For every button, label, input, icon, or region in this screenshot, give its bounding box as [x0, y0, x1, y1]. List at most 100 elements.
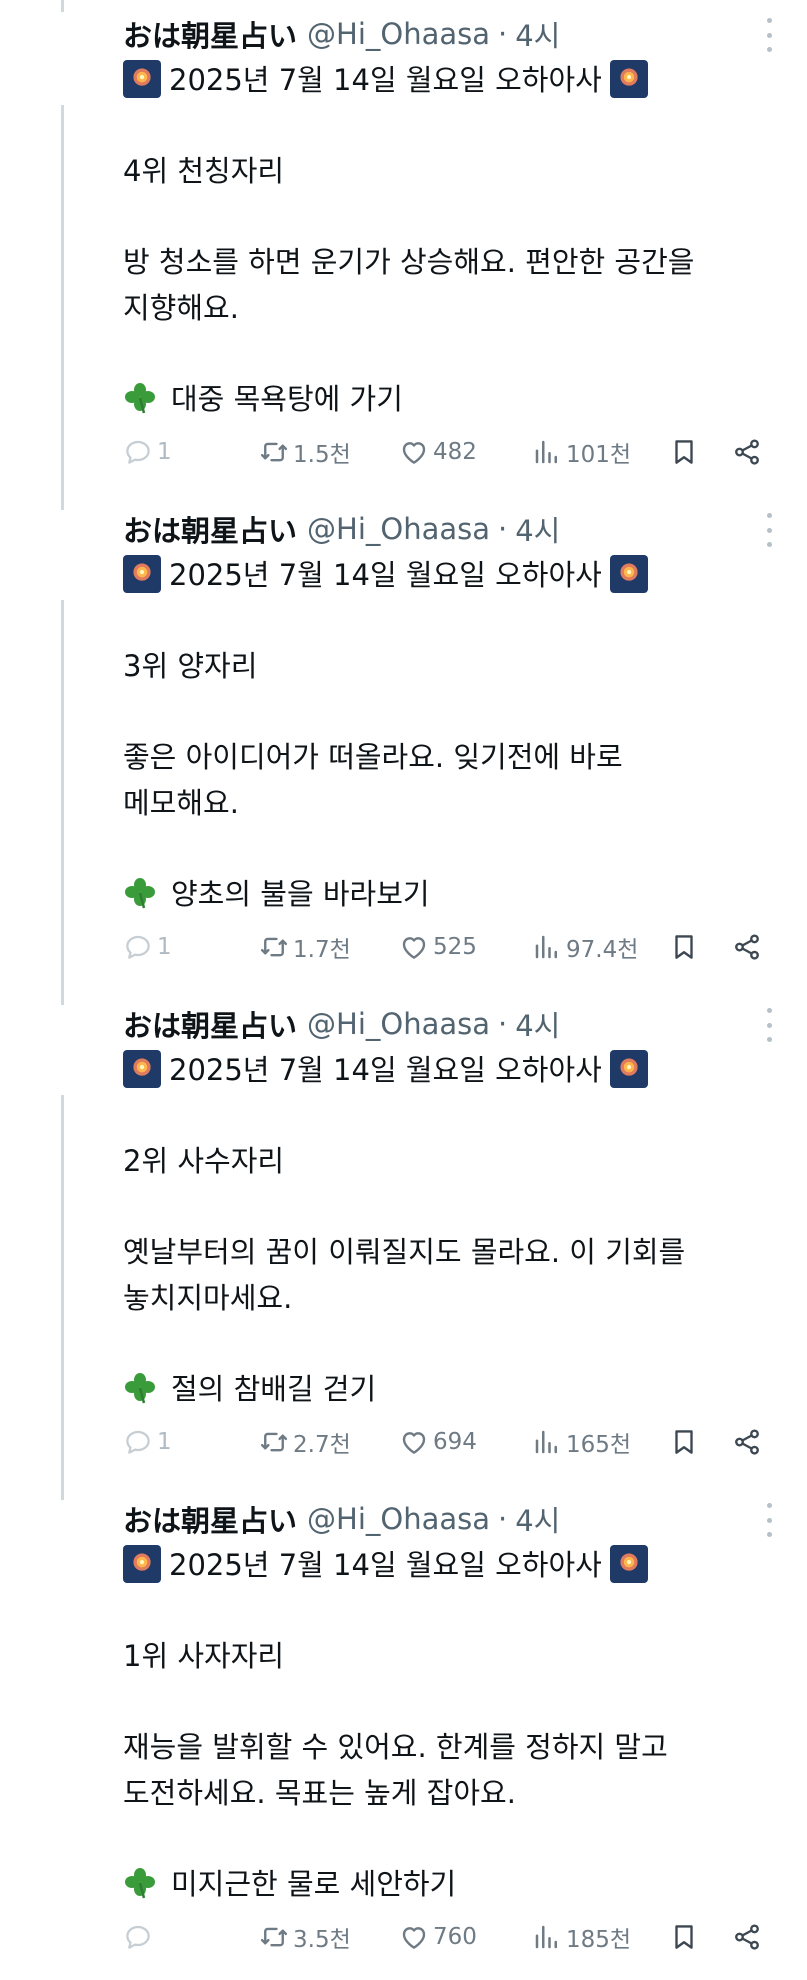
fireworks-icon — [123, 1545, 161, 1583]
tweet[interactable]: おは朝星占い @Hi_Ohaasa · 4시 2025년 7월 14일 월요일 … — [0, 1485, 807, 1980]
retweet-count: 3.5천 — [293, 1927, 351, 1953]
reply-icon — [126, 1925, 150, 1949]
heart-icon — [402, 1927, 426, 1949]
author-name[interactable]: おは朝星占い — [123, 1498, 297, 1540]
message-line-2: 놓치지마세요. — [123, 1280, 293, 1315]
tweet-actions: 1 1.5천 482 101천 — [123, 432, 778, 472]
message-line-1: 재능을 발휘할 수 있어요. 한계를 정하지 말고 — [123, 1730, 668, 1764]
author-name[interactable]: おは朝星占い — [123, 1003, 297, 1045]
lucky-line: 대중 목욕탕에 가기 — [123, 377, 773, 423]
share-icon — [735, 439, 759, 465]
date-text: 2025년 7월 14일 월요일 오하아사 — [169, 63, 602, 97]
author-handle[interactable]: @Hi_Ohaasa — [307, 512, 490, 546]
retweet-button[interactable]: 3.5천 — [259, 1917, 351, 1957]
more-options-icon[interactable] — [759, 18, 779, 52]
author-handle[interactable]: @Hi_Ohaasa — [307, 1007, 490, 1041]
tweet-text: 2025년 7월 14일 월요일 오하아사 4위 천칭자리 방 청소를 하면 운… — [123, 58, 773, 422]
fireworks-icon — [609, 60, 648, 98]
separator-dot: · — [498, 17, 508, 51]
separator-dot: · — [498, 1007, 508, 1041]
more-options-icon[interactable] — [759, 1503, 779, 1537]
lucky-line: 절의 참배길 걷기 — [123, 1367, 773, 1413]
heart-icon — [402, 442, 426, 464]
share-icon — [735, 934, 759, 960]
reply-button[interactable]: 1 — [123, 927, 172, 967]
reply-count: 1 — [157, 1429, 172, 1455]
tweet[interactable]: おは朝星占い @Hi_Ohaasa · 4시 2025년 7월 14일 월요일 … — [0, 990, 807, 1500]
bookmark-button[interactable] — [669, 1917, 699, 1957]
four-leaf-clover-icon — [125, 1867, 155, 1898]
retweet-count: 1.7천 — [293, 937, 351, 963]
share-button[interactable] — [732, 1917, 762, 1957]
separator-dot: · — [498, 1502, 508, 1536]
rank-text: 3위 양자리 — [123, 649, 258, 683]
views-button[interactable]: 97.4천 — [532, 927, 638, 967]
share-button[interactable] — [732, 1422, 762, 1462]
bookmark-button[interactable] — [669, 432, 699, 472]
reply-button[interactable]: 1 — [123, 1422, 172, 1462]
bookmark-button[interactable] — [669, 927, 699, 967]
fireworks-icon — [609, 1545, 648, 1583]
share-icon — [735, 1924, 759, 1950]
tweet[interactable]: おは朝星占い @Hi_Ohaasa · 4시 2025년 7월 14일 월요일 … — [0, 0, 807, 510]
retweet-button[interactable]: 1.5천 — [259, 432, 351, 472]
lucky-text: 대중 목욕탕에 가기 — [171, 381, 403, 416]
tweet-header: おは朝星占い @Hi_Ohaasa · 4시 — [123, 12, 560, 56]
views-icon — [535, 1925, 557, 1949]
reply-count: 1 — [157, 439, 172, 465]
reply-button[interactable]: 1 — [123, 432, 172, 472]
fireworks-icon — [609, 1050, 648, 1088]
tweet-time[interactable]: 4시 — [515, 13, 560, 55]
more-options-icon[interactable] — [759, 513, 779, 547]
bookmark-icon — [675, 1430, 693, 1454]
like-count: 525 — [433, 934, 477, 960]
tweet[interactable]: おは朝星占い @Hi_Ohaasa · 4시 2025년 7월 14일 월요일 … — [0, 495, 807, 1005]
views-count: 97.4천 — [566, 937, 639, 963]
message-line-1: 좋은 아이디어가 떠올라요. 잊기전에 바로 — [123, 740, 623, 774]
more-options-icon[interactable] — [759, 1008, 779, 1042]
message-line-2: 메모해요. — [123, 785, 239, 820]
retweet-icon — [260, 442, 288, 462]
tweet-time[interactable]: 4시 — [515, 1498, 560, 1540]
lucky-line: 양초의 불을 바라보기 — [123, 872, 773, 918]
tweet-time[interactable]: 4시 — [515, 1003, 560, 1045]
reply-icon — [126, 1430, 150, 1454]
like-button[interactable]: 482 — [399, 432, 477, 472]
date-text: 2025년 7월 14일 월요일 오하아사 — [169, 1053, 602, 1087]
retweet-icon — [260, 1927, 288, 1947]
rank-text: 4위 천칭자리 — [123, 154, 285, 188]
author-name[interactable]: おは朝星占い — [123, 13, 297, 55]
share-button[interactable] — [732, 927, 762, 967]
tweet-actions: 3.5천 760 185천 — [123, 1917, 778, 1957]
like-count: 482 — [433, 439, 477, 465]
rank-text: 1위 사자자리 — [123, 1639, 285, 1673]
author-handle[interactable]: @Hi_Ohaasa — [307, 1502, 490, 1536]
bookmark-button[interactable] — [669, 1422, 699, 1462]
reply-button[interactable] — [123, 1917, 157, 1957]
tweet-header: おは朝星占い @Hi_Ohaasa · 4시 — [123, 1497, 560, 1541]
thread-connector-line — [61, 1095, 64, 1500]
thread-connector-line — [61, 105, 64, 510]
tweet-header: おは朝星占い @Hi_Ohaasa · 4시 — [123, 1002, 560, 1046]
views-button[interactable]: 185천 — [532, 1917, 631, 1957]
retweet-button[interactable]: 2.7천 — [259, 1422, 351, 1462]
date-text: 2025년 7월 14일 월요일 오하아사 — [169, 558, 602, 592]
share-button[interactable] — [732, 432, 762, 472]
retweet-button[interactable]: 1.7천 — [259, 927, 351, 967]
views-button[interactable]: 101천 — [532, 432, 631, 472]
tweet-time[interactable]: 4시 — [515, 508, 560, 550]
views-button[interactable]: 165천 — [532, 1422, 631, 1462]
retweet-icon — [260, 1432, 288, 1452]
fireworks-icon — [123, 1050, 161, 1088]
reply-icon — [126, 935, 150, 959]
heart-icon — [402, 1432, 426, 1454]
like-button[interactable]: 760 — [399, 1917, 477, 1957]
views-icon — [535, 1430, 557, 1454]
four-leaf-clover-icon — [125, 877, 155, 908]
thread-connector-line — [61, 600, 64, 1005]
author-handle[interactable]: @Hi_Ohaasa — [307, 17, 490, 51]
like-button[interactable]: 694 — [399, 1422, 477, 1462]
like-button[interactable]: 525 — [399, 927, 477, 967]
separator-dot: · — [498, 512, 508, 546]
author-name[interactable]: おは朝星占い — [123, 508, 297, 550]
